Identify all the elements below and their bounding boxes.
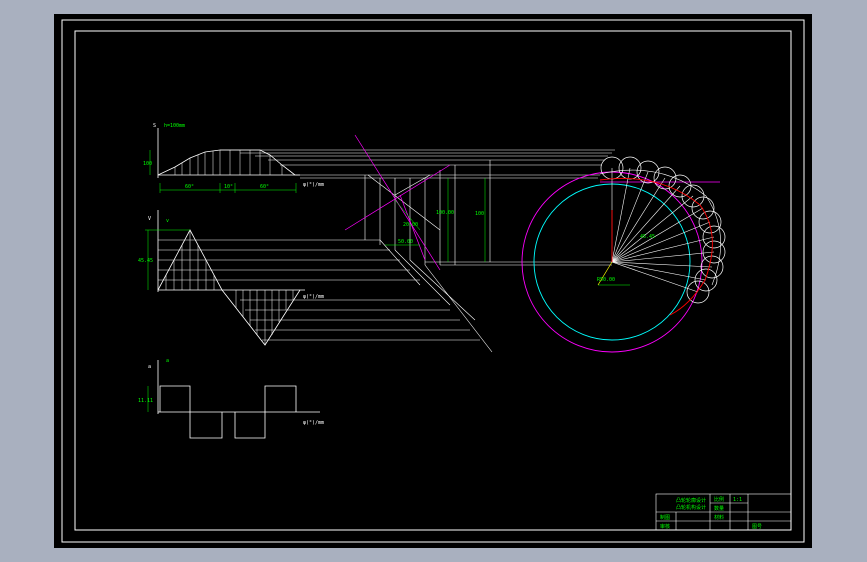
cad-viewport: h=100mm S 100 60° 10° 60° φ(°)/mm V v 45… <box>0 0 867 562</box>
displacement-seg-3: 60° <box>260 184 269 190</box>
acceleration-y-label: a <box>166 358 169 364</box>
cam-dim-d: 45.45 <box>640 234 655 240</box>
material-label: 材料 <box>714 514 724 521</box>
acceleration-axis-label: a <box>148 364 151 370</box>
drawing-number: 图号 <box>752 524 762 530</box>
cam-dim-a: 50.00 <box>398 239 413 245</box>
displacement-axis-label: S <box>153 123 156 129</box>
displacement-y-label: h=100mm <box>164 123 185 129</box>
displacement-x-label: φ(°)/mm <box>303 182 324 188</box>
cam-dim-b: 20.00 <box>403 222 418 228</box>
displacement-seg-1: 60° <box>185 184 194 190</box>
title-line-2: 凸轮机构设计 <box>676 504 706 511</box>
checked-label: 审核 <box>660 523 670 530</box>
velocity-y-label: v <box>166 218 169 224</box>
scale-label: 比例 <box>714 496 724 503</box>
cam-dim-e: 100 <box>475 211 484 217</box>
velocity-x-label: φ(°)/mm <box>303 294 324 300</box>
velocity-peak-label: 45.45 <box>138 258 153 264</box>
cam-dim-c: 100.00 <box>436 210 454 216</box>
displacement-seg-2: 10° <box>224 184 233 190</box>
acceleration-x-label: φ(°)/mm <box>303 420 324 426</box>
scale-value: 1:1 <box>733 497 742 503</box>
cam-radius-label: R50.00 <box>597 277 615 283</box>
drawn-label: 制图 <box>660 514 670 521</box>
qty-label: 数量 <box>714 505 724 512</box>
cad-drawing: h=100mm S 100 60° 10° 60° φ(°)/mm V v 45… <box>54 14 812 548</box>
title-line-1: 凸轮轮廓设计 <box>676 497 706 504</box>
acceleration-peak-label: 11.11 <box>138 398 153 404</box>
displacement-height-label: 100 <box>143 161 152 167</box>
velocity-axis-label: V <box>148 216 151 222</box>
